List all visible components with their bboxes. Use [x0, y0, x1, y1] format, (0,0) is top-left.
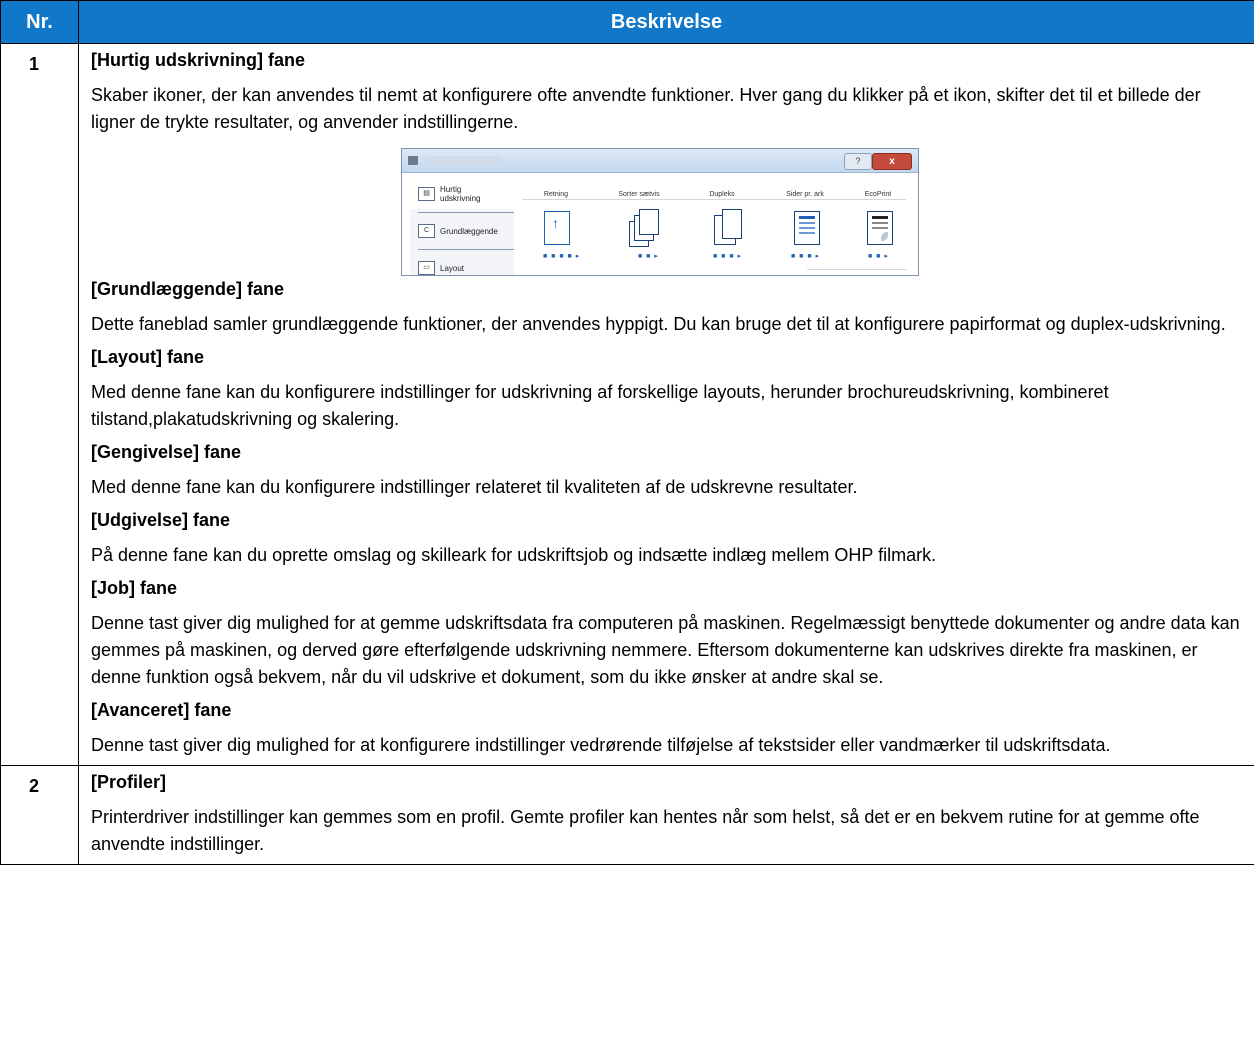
dialog-titlebar: ? x — [402, 149, 918, 173]
section-title: [Job] fane — [91, 578, 178, 598]
dialog-sidebar: ▤ Hurtig udskrivning C Grundlæggende ▭ L… — [410, 179, 514, 275]
section-title: [Layout] fane — [91, 347, 205, 367]
page-indicator: ■ ■ ▸ — [868, 253, 889, 260]
section-body: Skaber ikoner, der kan anvendes til nemt… — [91, 85, 1201, 132]
section-title: [Profiler] — [91, 772, 167, 792]
section-body: På denne fane kan du oprette omslag og s… — [91, 545, 937, 565]
collate-page — [639, 209, 659, 235]
sidebar-item-label: Hurtig udskrivning — [440, 185, 481, 203]
basic-icon: C — [418, 224, 435, 238]
print-dialog-screenshot: ? x ▤ Hurtig udskrivning C Grundlæggende — [401, 148, 919, 276]
option-column: Sider pr. ark — [774, 191, 836, 198]
description-table: Nr. Beskrivelse 1 [Hurtig udskrivning] f… — [0, 0, 1254, 865]
table-row: 2 [Profiler] Printerdriver indstillinger… — [0, 765, 1254, 865]
section-title: [Avanceret] fane — [91, 700, 232, 720]
header-description: Beskrivelse — [78, 0, 1254, 44]
table-header-row: Nr. Beskrivelse — [0, 0, 1254, 44]
sidebar-item-layout: ▭ Layout — [410, 253, 514, 275]
panel-divider — [807, 269, 907, 270]
column-divider — [522, 199, 906, 200]
option-label: Sorter sætvis — [618, 191, 660, 198]
sidebar-item-quick-print: ▤ Hurtig udskrivning — [410, 179, 514, 209]
sidebar-divider — [418, 249, 514, 250]
section-body: Denne tast giver dig mulighed for at kon… — [91, 735, 1111, 755]
option-label: Retning — [543, 191, 569, 198]
section-body: Dette faneblad samler grundlæggende funk… — [91, 314, 1226, 334]
row-description: [Hurtig udskrivning] fane Skaber ikoner,… — [78, 43, 1254, 766]
section-body: Printerdriver indstillinger kan gemmes s… — [91, 807, 1200, 854]
header-nr: Nr. — [0, 0, 79, 44]
option-column: Sorter sætvis — [608, 191, 670, 198]
page-indicator: ■ ■ ■ ▸ — [791, 253, 821, 260]
section-body: Denne tast giver dig mulighed for at gem… — [91, 613, 1240, 687]
option-column: Retning — [525, 191, 587, 198]
duplex-page — [722, 209, 742, 239]
table-row: 1 [Hurtig udskrivning] fane Skaber ikone… — [0, 43, 1254, 766]
row-number: 1 — [0, 43, 79, 766]
ecoprint-icon — [867, 211, 893, 245]
page-indicator: ■ ■ ■ ▸ — [713, 253, 743, 260]
option-label: EcoPrint — [864, 191, 892, 198]
page-indicator: ■ ■ ■ ■ ▸ — [543, 253, 581, 260]
quick-print-icon: ▤ — [418, 187, 435, 201]
printer-icon — [408, 156, 418, 165]
sidebar-item-basic: C Grundlæggende — [410, 216, 514, 246]
option-label: Sider pr. ark — [786, 191, 824, 198]
sidebar-item-label: Layout — [440, 264, 465, 273]
pages-per-sheet-icon — [794, 211, 820, 245]
sidebar-divider — [418, 212, 514, 213]
help-button: ? — [844, 153, 872, 170]
section-body: Med denne fane kan du konfigurere indsti… — [91, 477, 858, 497]
layout-icon: ▭ — [418, 261, 435, 275]
row-number: 2 — [0, 765, 79, 865]
section-body: Med denne fane kan du konfigurere indsti… — [91, 382, 1109, 429]
option-column: Dupleks — [691, 191, 753, 198]
section-title: [Hurtig udskrivning] fane — [91, 50, 306, 70]
section-title: [Gengivelse] fane — [91, 442, 242, 462]
page-indicator: ■ ■ ▸ — [638, 253, 659, 260]
option-column: EcoPrint — [847, 191, 909, 198]
sidebar-item-label: Grundlæggende — [440, 227, 498, 236]
section-title: [Grundlæggende] fane — [91, 279, 284, 299]
option-label: Dupleks — [709, 191, 735, 198]
row-description: [Profiler] Printerdriver indstillinger k… — [78, 765, 1254, 865]
section-title: [Udgivelse] fane — [91, 510, 231, 530]
close-button: x — [872, 153, 912, 170]
orientation-icon: ↑ — [544, 211, 570, 245]
dialog-title-placeholder — [424, 156, 502, 165]
